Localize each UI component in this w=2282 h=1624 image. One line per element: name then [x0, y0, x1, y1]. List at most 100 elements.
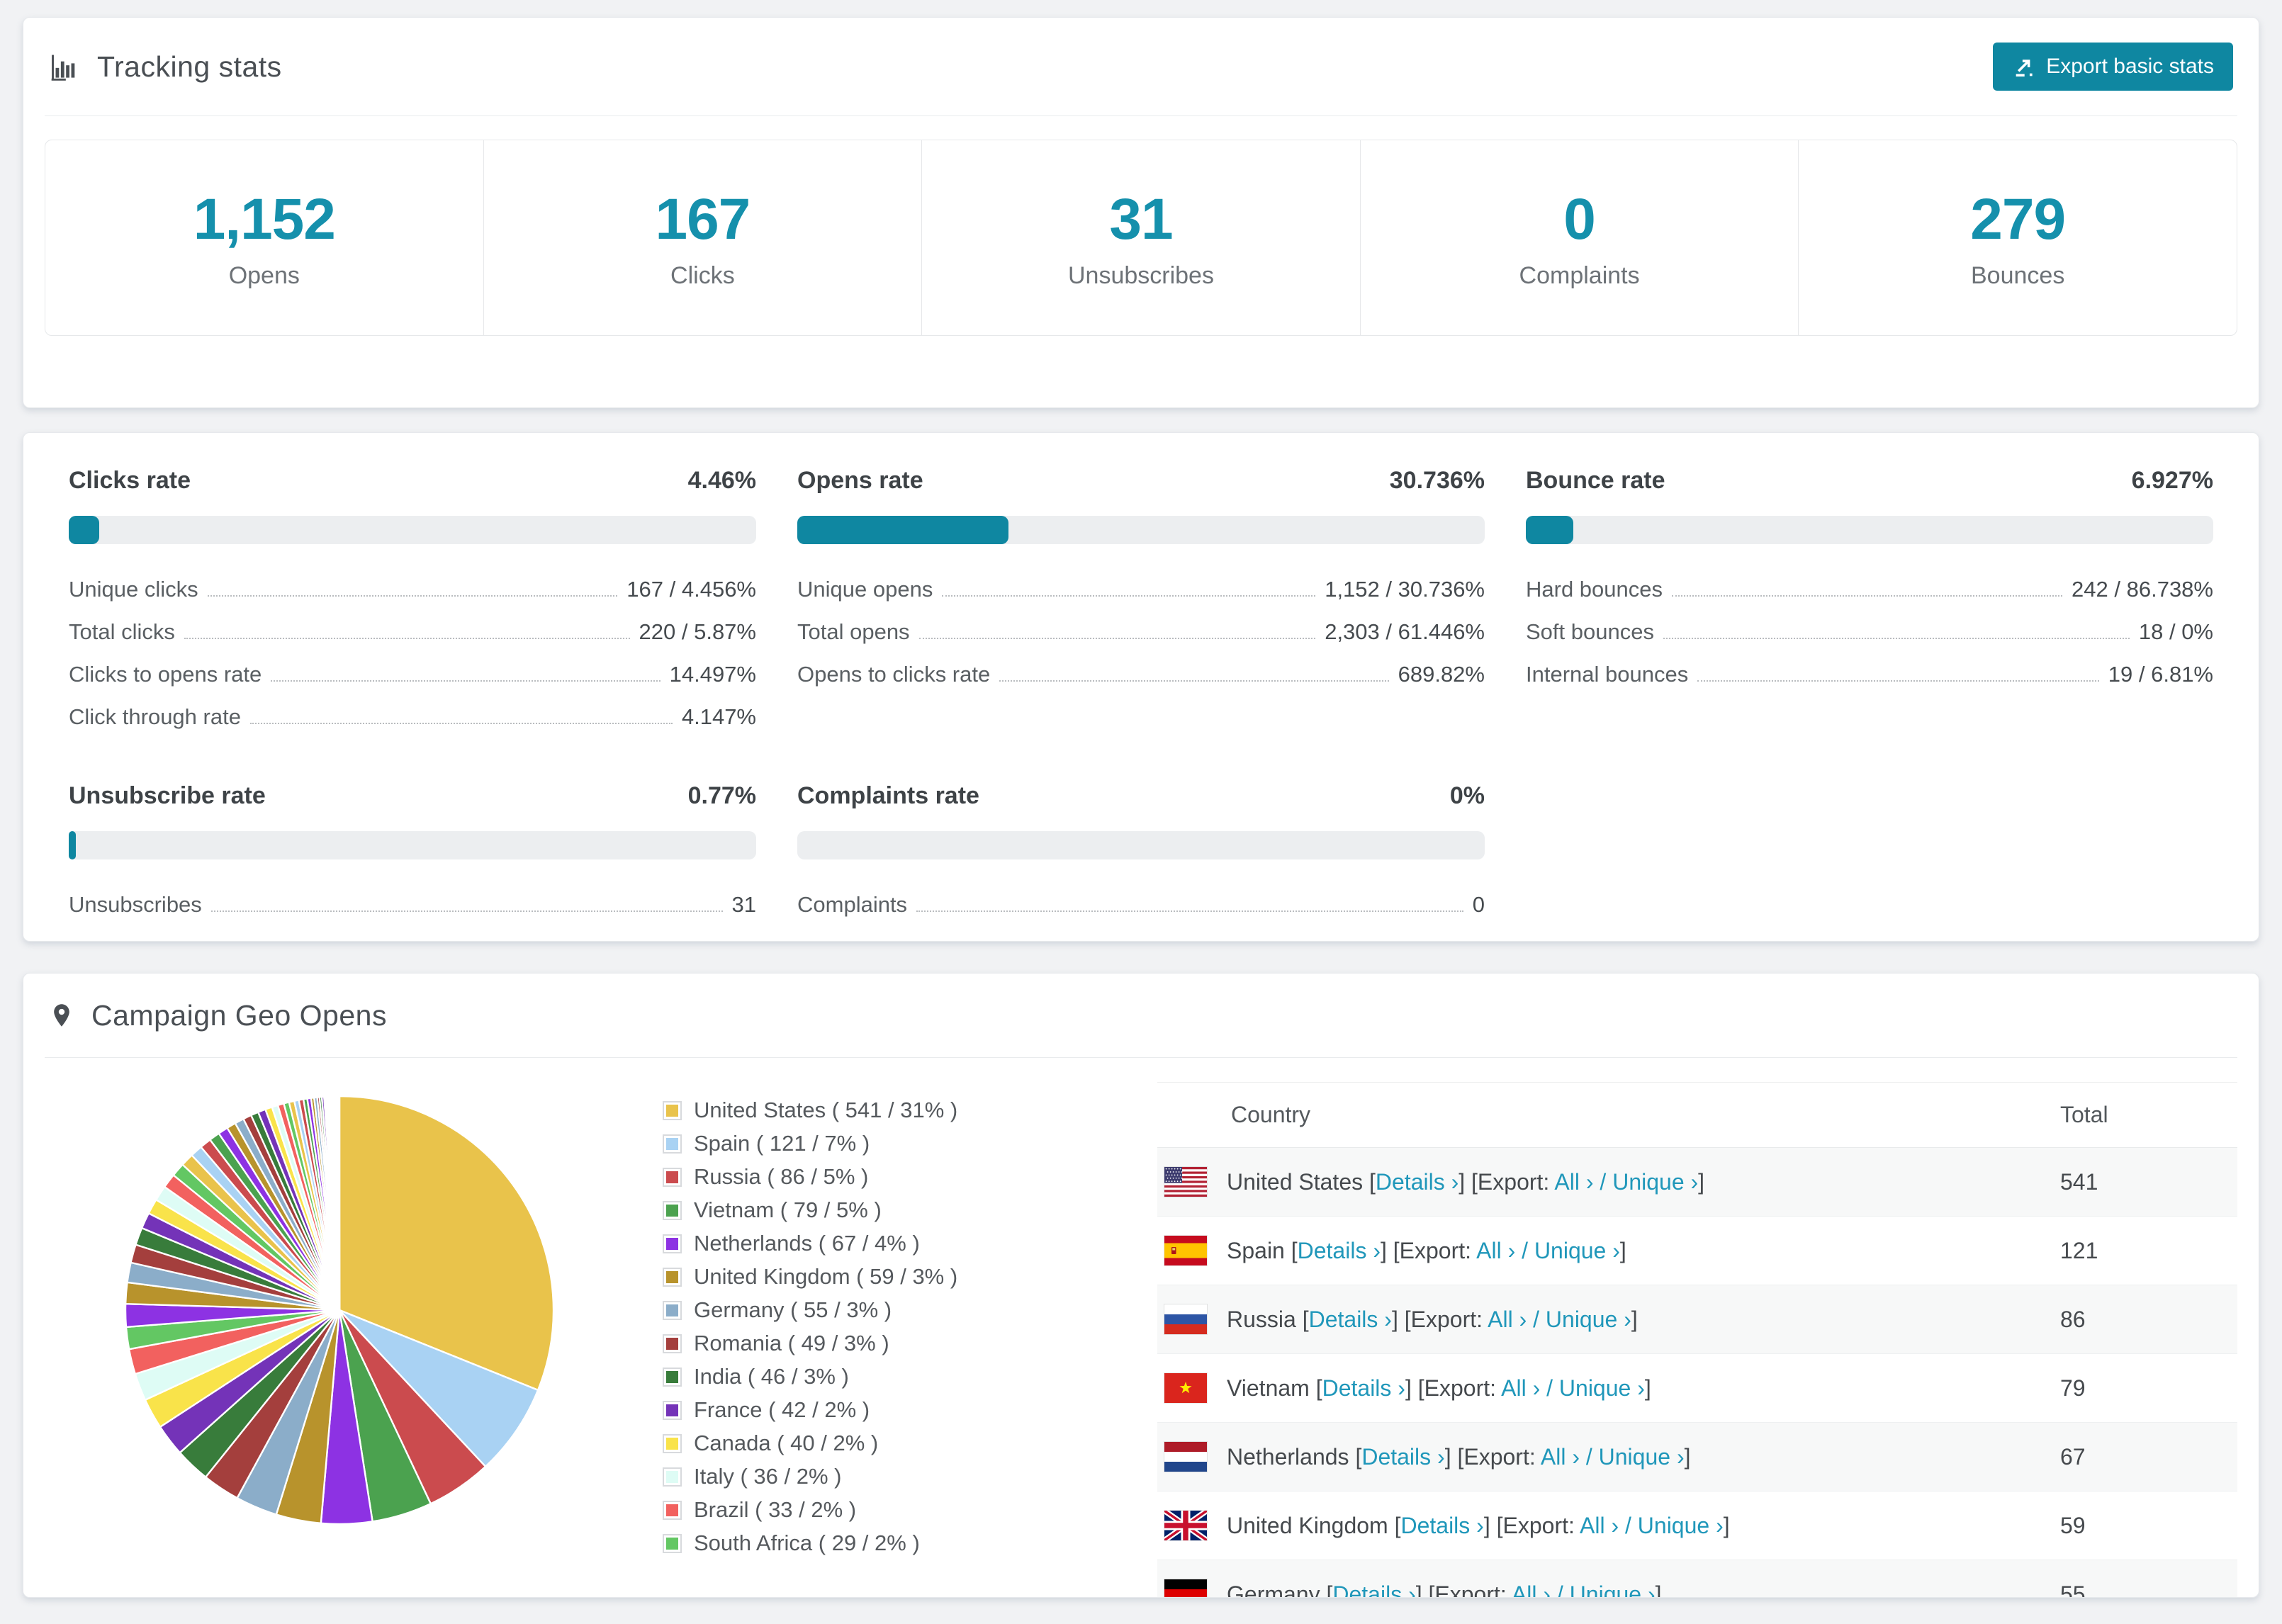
metric-value: 167 / 4.456% — [626, 577, 756, 602]
legend-item: Italy ( 36 / 2% ) — [663, 1464, 1157, 1489]
legend-label: France ( 42 / 2% ) — [694, 1397, 870, 1422]
legend-swatch — [663, 1134, 682, 1154]
stat-label: Clicks — [670, 261, 735, 289]
dotted-leader — [918, 638, 1316, 639]
export-unique-link[interactable]: Unique › — [1570, 1581, 1656, 1598]
export-unique-link[interactable]: Unique › — [1599, 1444, 1685, 1470]
rate-panel-head: Clicks rate 4.46% — [69, 467, 756, 495]
metric-rows: Unique clicks 167 / 4.456% Total clicks 220… — [69, 577, 756, 730]
export-unique-link[interactable]: Unique › — [1612, 1169, 1698, 1195]
dotted-leader — [1697, 680, 2099, 682]
legend-swatch — [663, 1333, 682, 1353]
details-link[interactable]: Details › — [1376, 1169, 1458, 1195]
country-cell: Russia [Details ›] [Export: All › / Uniq… — [1157, 1304, 2060, 1334]
details-link[interactable]: Details › — [1400, 1513, 1483, 1538]
legend-item: Netherlands ( 67 / 4% ) — [663, 1231, 1157, 1256]
country-links: Vietnam [Details ›] [Export: All › / Uni… — [1227, 1375, 1651, 1401]
geo-pie-chart — [45, 1058, 644, 1537]
rate-title: Clicks rate — [69, 467, 191, 494]
legend-swatch — [663, 1467, 682, 1487]
rate-panel-clicks: Clicks rate 4.46% Unique clicks 167 / 4.456… — [69, 467, 756, 730]
metric-label: Unique clicks — [69, 577, 198, 602]
total-value: 59 — [2060, 1512, 2086, 1538]
export-unique-link[interactable]: Unique › — [1559, 1375, 1645, 1401]
metric-row: Total clicks 220 / 5.87% — [69, 619, 756, 645]
legend-item: Canada ( 40 / 2% ) — [663, 1431, 1157, 1456]
rate-value: 6.927% — [2131, 467, 2213, 494]
vn-flag-icon — [1164, 1373, 1207, 1403]
metric-label: Unsubscribes — [69, 892, 202, 917]
dotted-leader — [249, 723, 673, 724]
details-link[interactable]: Details › — [1322, 1375, 1405, 1401]
table-row: Germany [Details ›] [Export: All › / Uni… — [1157, 1560, 2237, 1598]
stat-card-unsubscribes: 31 Unsubscribes — [922, 140, 1361, 335]
legend-item: Russia ( 86 / 5% ) — [663, 1164, 1157, 1190]
rate-panel-opens: Opens rate 30.736% Unique opens 1,152 / 30.… — [797, 467, 1485, 730]
legend-swatch — [663, 1367, 682, 1387]
gb-flag-icon — [1164, 1511, 1207, 1540]
legend-swatch — [663, 1500, 682, 1520]
details-link[interactable]: Details › — [1332, 1581, 1415, 1598]
table-row: Russia [Details ›] [Export: All › / Uniq… — [1157, 1285, 2237, 1354]
rates-card: Clicks rate 4.46% Unique clicks 167 / 4.456… — [23, 432, 2259, 942]
legend-label: Russia ( 86 / 5% ) — [694, 1164, 869, 1189]
export-unique-link[interactable]: Unique › — [1534, 1238, 1620, 1263]
details-link[interactable]: Details › — [1361, 1444, 1444, 1470]
metric-label: Unique opens — [797, 577, 933, 602]
legend-label: Spain ( 121 / 7% ) — [694, 1131, 870, 1156]
metric-label: Hard bounces — [1526, 577, 1663, 602]
table-row: United Kingdom [Details ›] [Export: All … — [1157, 1492, 2237, 1560]
export-basic-stats-button[interactable]: Export basic stats — [1993, 43, 2233, 91]
rate-value: 30.736% — [1389, 467, 1485, 494]
legend-item: India ( 46 / 3% ) — [663, 1364, 1157, 1389]
details-link[interactable]: Details › — [1298, 1238, 1381, 1263]
legend-item: Spain ( 121 / 7% ) — [663, 1131, 1157, 1156]
metric-row: Total opens 2,303 / 61.446% — [797, 619, 1485, 645]
metric-row: Clicks to opens rate 14.497% — [69, 662, 756, 687]
stat-value: 0 — [1563, 186, 1596, 252]
geo-legend: United States ( 541 / 31% ) Spain ( 121 /… — [644, 1058, 1157, 1564]
export-all-link[interactable]: All › — [1580, 1513, 1619, 1538]
metric-value: 19 / 6.81% — [2108, 662, 2213, 687]
nl-flag-icon — [1164, 1442, 1207, 1472]
legend-label: Brazil ( 33 / 2% ) — [694, 1497, 857, 1522]
rate-title: Opens rate — [797, 467, 923, 494]
dotted-leader — [184, 638, 630, 639]
export-all-link[interactable]: All › — [1501, 1375, 1540, 1401]
stat-label: Unsubscribes — [1067, 261, 1214, 289]
table-row: Netherlands [Details ›] [Export: All › /… — [1157, 1423, 2237, 1492]
legend-label: Italy ( 36 / 2% ) — [694, 1464, 842, 1489]
progress-bar — [797, 516, 1485, 544]
stats-summary-row: 1,152 Opens 167 Clicks 31 Unsubscribes 0 Compla… — [45, 140, 2237, 336]
country-name: United Kingdom — [1227, 1512, 1388, 1538]
export-all-link[interactable]: All › — [1476, 1238, 1515, 1263]
map-pin-icon — [54, 1004, 69, 1027]
export-unique-link[interactable]: Unique › — [1546, 1307, 1631, 1332]
country-links: United States [Details ›] [Export: All ›… — [1227, 1168, 1705, 1195]
total-value: 79 — [2060, 1375, 2086, 1401]
country-name: Germany — [1227, 1581, 1320, 1598]
legend-item: France ( 42 / 2% ) — [663, 1397, 1157, 1423]
progress-fill — [69, 831, 76, 859]
legend-swatch — [663, 1400, 682, 1420]
stat-value: 167 — [655, 186, 751, 252]
legend-label: Germany ( 55 / 3% ) — [694, 1297, 892, 1322]
metric-label: Internal bounces — [1526, 662, 1689, 687]
metric-value: 4.147% — [681, 704, 756, 729]
legend-swatch — [663, 1234, 682, 1253]
country-cell: Spain [Details ›] [Export: All › / Uniqu… — [1157, 1236, 2060, 1265]
tracking-stats-header: Tracking stats Export basic stats — [23, 18, 2259, 115]
export-unique-link[interactable]: Unique › — [1638, 1513, 1724, 1538]
metric-row: Unsubscribes 31 — [69, 892, 756, 918]
country-cell: Vietnam [Details ›] [Export: All › / Uni… — [1157, 1373, 2060, 1403]
export-all-link[interactable]: All › — [1512, 1581, 1551, 1598]
page: Tracking stats Export basic stats 1,152 O… — [0, 0, 2282, 1615]
details-link[interactable]: Details › — [1309, 1307, 1392, 1332]
country-name: Vietnam — [1227, 1375, 1310, 1401]
geo-title: Campaign Geo Opens — [91, 998, 387, 1032]
rate-panel-unsubscribe: Unsubscribe rate 0.77% Unsubscribes 31 — [69, 782, 756, 918]
legend-swatch — [663, 1200, 682, 1220]
export-all-link[interactable]: All › — [1488, 1307, 1527, 1332]
export-all-link[interactable]: All › — [1541, 1444, 1580, 1470]
export-all-link[interactable]: All › — [1554, 1169, 1593, 1195]
